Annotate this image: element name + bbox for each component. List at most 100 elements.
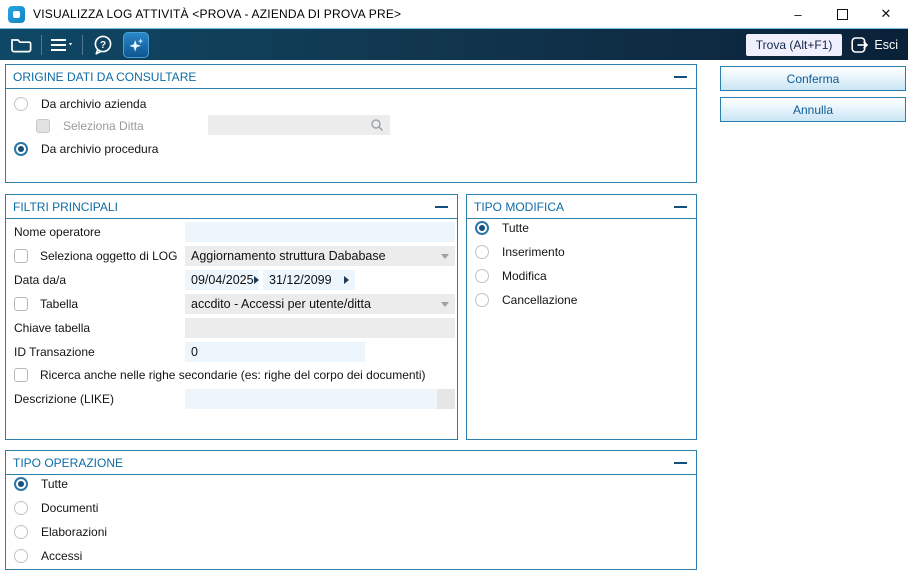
window-title: VISUALIZZA LOG ATTIVITÀ <PROVA - AZIENDA… [33,7,402,21]
folder-icon [11,38,32,52]
confirm-button[interactable]: Conferma [720,66,906,91]
radio-icon [14,549,28,563]
radio-icon-selected [14,142,28,156]
maximize-button[interactable] [820,0,864,28]
ditta-search-input[interactable] [208,115,390,135]
app-icon [8,5,25,23]
radio-label: Modifica [502,269,547,283]
data-a-input[interactable]: 31/12/2099 [263,270,355,290]
chiave-tabella-input[interactable] [185,318,455,338]
group-tipo-operazione-header: TIPO OPERAZIONE [6,451,696,475]
search-icon [371,119,383,131]
oggetto-log-dropdown[interactable]: Aggiornamento struttura Dababase [185,246,455,266]
row-data: Data da/a 09/04/2025 31/12/2099 [14,270,457,290]
righe-secondarie-checkbox[interactable] [14,368,40,382]
group-filtri-header: FILTRI PRINCIPALI [6,195,457,219]
radio-da-archivio-azienda[interactable]: Da archivio azienda [14,95,146,113]
collapse-icon[interactable] [674,205,687,208]
descrizione-input[interactable] [185,389,437,409]
group-tipo-modifica-title: TIPO MODIFICA [474,199,564,214]
radio-tipo-modifica-inserimento[interactable]: Inserimento [475,243,565,261]
radio-icon-selected [475,221,489,235]
righe-secondarie-label: Ricerca anche nelle righe secondarie (es… [40,368,426,382]
chevron-down-icon [441,253,449,259]
oggetto-log-label: Seleziona oggetto di LOG [40,249,178,263]
group-origine-dati: ORIGINE DATI DA CONSULTARE Da archivio a… [5,64,697,183]
data-a-value: 31/12/2099 [269,273,332,287]
radio-icon [475,245,489,259]
descrizione-label: Descrizione (LIKE) [14,392,115,406]
tabella-value: accdito - Accessi per utente/ditta [191,297,371,311]
radio-label: Da archivio azienda [41,97,147,111]
minimize-icon: – [794,6,802,22]
row-nome-operatore: Nome operatore [14,222,457,242]
radio-da-archivio-procedura[interactable]: Da archivio procedura [14,140,158,158]
radio-icon [14,525,28,539]
group-tipo-operazione: TIPO OPERAZIONE Tutte Documenti Elaboraz… [5,450,697,570]
radio-label: Tutte [502,221,529,235]
radio-tipo-operazione-tutte[interactable]: Tutte [14,475,68,493]
radio-label: Tutte [41,477,68,491]
chiave-tabella-label: Chiave tabella [14,321,91,335]
radio-label: Documenti [41,501,99,515]
radio-label: Da archivio procedura [41,142,159,156]
exit-button[interactable]: Esci [849,35,900,55]
help-button[interactable]: ? [90,32,116,58]
group-filtri-title: FILTRI PRINCIPALI [13,199,118,214]
group-origine-title: ORIGINE DATI DA CONSULTARE [13,69,197,84]
tabella-dropdown[interactable]: accdito - Accessi per utente/ditta [185,294,455,314]
row-id-transazione: ID Transazione 0 [14,342,457,362]
row-chiave-tabella: Chiave tabella [14,318,457,338]
nome-operatore-input[interactable] [185,222,455,242]
date-picker-arrow-icon[interactable] [253,276,259,284]
id-transazione-input[interactable]: 0 [185,342,365,362]
menu-button[interactable] [49,32,75,58]
collapse-icon[interactable] [435,205,448,208]
exit-label: Esci [874,37,898,52]
checkbox-seleziona-ditta[interactable]: Seleziona Ditta [36,117,144,135]
radio-tipo-modifica-cancellazione[interactable]: Cancellazione [475,291,577,309]
assistant-button[interactable] [123,31,149,58]
group-filtri-body: Nome operatore Seleziona oggetto di LOG … [6,219,457,409]
app-icon-hole [13,10,20,18]
group-origine-body: Da archivio azienda Seleziona Ditta Da a… [6,89,696,183]
id-transazione-label: ID Transazione [14,345,95,359]
maximize-icon [836,8,848,20]
open-folder-button[interactable] [8,32,34,58]
toolbar: ? Trova (Alt+F1) Esci [0,28,908,60]
cancel-button[interactable]: Annulla [720,97,906,122]
checkbox-icon [14,249,28,263]
row-oggetto-log: Seleziona oggetto di LOG Aggiornamento s… [14,246,457,266]
radio-label: Elaborazioni [41,525,108,539]
radio-tipo-operazione-accessi[interactable]: Accessi [14,547,82,565]
descrizione-side-button[interactable] [437,389,455,409]
close-button[interactable]: ✕ [864,0,908,28]
group-tipo-operazione-title: TIPO OPERAZIONE [13,455,124,470]
find-button[interactable]: Trova (Alt+F1) [745,33,843,56]
radio-icon [475,293,489,307]
radio-tipo-modifica-modifica[interactable]: Modifica [475,267,547,285]
radio-tipo-modifica-tutte[interactable]: Tutte [475,219,529,237]
radio-icon [14,97,28,111]
tabella-checkbox[interactable] [14,297,40,311]
group-tipo-modifica: TIPO MODIFICA Tutte Inserimento Modifica… [466,194,697,440]
title-bar: VISUALIZZA LOG ATTIVITÀ <PROVA - AZIENDA… [0,0,908,28]
toolbar-separator [41,34,42,55]
data-da-input[interactable]: 09/04/2025 [185,270,259,290]
oggetto-log-checkbox[interactable] [14,249,40,263]
radio-tipo-operazione-documenti[interactable]: Documenti [14,499,98,517]
group-tipo-modifica-body: Tutte Inserimento Modifica Cancellazione [467,219,696,440]
oggetto-log-value: Aggiornamento struttura Dababase [191,249,386,263]
toolbar-separator [82,34,83,55]
radio-tipo-operazione-elaborazioni[interactable]: Elaborazioni [14,523,107,541]
window-controls: – ✕ [776,0,908,28]
data-da-value: 09/04/2025 [191,273,254,287]
close-icon: ✕ [880,6,892,21]
sparkle-icon [129,37,144,52]
collapse-icon[interactable] [674,461,687,464]
row-righe-secondarie: Ricerca anche nelle righe secondarie (es… [14,366,457,384]
minimize-button[interactable]: – [776,0,820,28]
date-picker-arrow-icon[interactable] [344,276,349,284]
exit-icon [851,36,869,53]
collapse-icon[interactable] [674,75,687,78]
